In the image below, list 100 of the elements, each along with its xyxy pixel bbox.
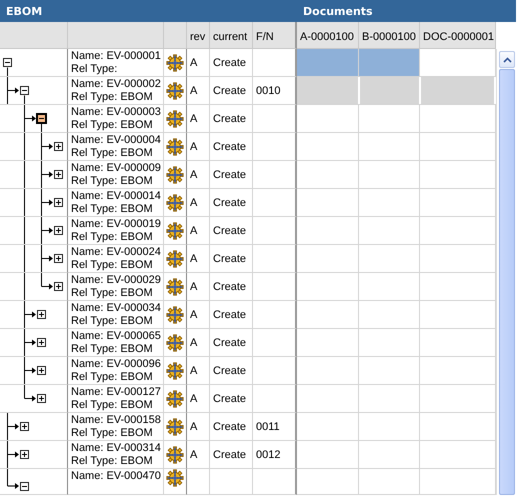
table-cell: Create — [210, 385, 253, 413]
table-cell[interactable] — [420, 357, 496, 385]
expand-toggle[interactable] — [54, 170, 63, 179]
table-cell[interactable] — [359, 385, 420, 413]
table-cell[interactable] — [420, 273, 496, 301]
table-cell[interactable] — [420, 105, 496, 133]
table-cell[interactable] — [297, 217, 359, 245]
table-cell[interactable] — [297, 273, 359, 301]
table-cell: Create — [210, 49, 253, 77]
table-cell[interactable] — [420, 301, 496, 329]
table-cell — [253, 217, 297, 245]
table-cell[interactable]: Name: EV-000065 Rel Type: EBOM — [68, 329, 164, 357]
expand-toggle[interactable] — [37, 310, 46, 319]
collapse-toggle[interactable] — [36, 113, 47, 124]
table-cell[interactable] — [359, 161, 420, 189]
table-cell[interactable] — [420, 245, 496, 273]
table-cell[interactable] — [420, 189, 496, 217]
column-header — [0, 22, 68, 49]
table-cell[interactable]: Name: EV-000009 Rel Type: EBOM — [68, 161, 164, 189]
table-cell[interactable]: Name: EV-000127 Rel Type: EBOM — [68, 385, 164, 413]
table-cell[interactable] — [297, 49, 359, 77]
table-cell[interactable] — [297, 413, 359, 441]
expand-toggle[interactable] — [37, 338, 46, 347]
collapse-toggle[interactable] — [20, 86, 29, 95]
table-cell[interactable]: Name: EV-000002 Rel Type: EBOM — [68, 77, 164, 105]
collapse-toggle[interactable] — [20, 482, 29, 490]
column-header[interactable]: rev — [187, 22, 210, 49]
expand-toggle[interactable] — [37, 366, 46, 375]
expand-toggle[interactable] — [20, 450, 29, 459]
table-cell[interactable] — [420, 133, 496, 161]
table-cell — [253, 357, 297, 385]
table-cell[interactable] — [420, 49, 496, 77]
table-cell[interactable] — [420, 161, 496, 189]
table-cell[interactable] — [297, 301, 359, 329]
table-cell[interactable] — [359, 273, 420, 301]
column-header[interactable]: A-0000100 — [297, 22, 359, 49]
table-cell[interactable]: Name: EV-000029 Rel Type: EBOM — [68, 273, 164, 301]
table-cell[interactable] — [297, 133, 359, 161]
table-cell[interactable] — [297, 189, 359, 217]
table-cell[interactable]: Name: EV-000314 Rel Type: EBOM — [68, 441, 164, 469]
scroll-up-button[interactable] — [499, 51, 515, 68]
table-cell: 0011 — [253, 413, 297, 441]
table-cell[interactable] — [359, 357, 420, 385]
table-cell[interactable] — [359, 49, 420, 77]
table-cell: Create — [210, 161, 253, 189]
expand-toggle[interactable] — [54, 226, 63, 235]
column-header[interactable]: DOC-0000001 — [420, 22, 496, 49]
table-cell: A — [187, 161, 210, 189]
table-cell[interactable]: Name: EV-000470 — [68, 469, 164, 495]
tree-line — [24, 217, 54, 244]
table-cell: Create — [210, 273, 253, 301]
table-cell[interactable]: Name: EV-000034 Rel Type: EBOM — [68, 301, 164, 329]
plus-icon — [55, 199, 62, 206]
table-cell[interactable] — [420, 385, 496, 413]
table-cell[interactable]: Name: EV-000024 Rel Type: EBOM — [68, 245, 164, 273]
table-cell[interactable] — [359, 329, 420, 357]
table-cell[interactable] — [297, 385, 359, 413]
expand-toggle[interactable] — [54, 254, 63, 263]
plus-icon — [55, 143, 62, 150]
table-cell[interactable]: Name: EV-000014 Rel Type: EBOM — [68, 189, 164, 217]
table-cell[interactable] — [359, 217, 420, 245]
table-cell[interactable]: Name: EV-000019 Rel Type: EBOM — [68, 217, 164, 245]
table-cell: A — [187, 217, 210, 245]
table-cell — [253, 189, 297, 217]
expand-toggle[interactable] — [54, 282, 63, 291]
table-cell: Create — [210, 133, 253, 161]
column-header[interactable]: B-0000100 — [359, 22, 420, 49]
table-cell[interactable] — [297, 245, 359, 273]
table-cell[interactable] — [297, 357, 359, 385]
plus-icon — [38, 367, 45, 374]
column-header[interactable]: current — [210, 22, 253, 49]
expand-toggle[interactable] — [54, 142, 63, 151]
table-cell[interactable]: Name: EV-000158 Rel Type: EBOM — [68, 413, 164, 441]
table-cell[interactable] — [297, 105, 359, 133]
table-cell[interactable] — [297, 161, 359, 189]
expand-toggle[interactable] — [37, 394, 46, 403]
table-cell[interactable] — [297, 329, 359, 357]
table-cell[interactable] — [359, 105, 420, 133]
table-cell[interactable] — [359, 469, 420, 495]
table-cell[interactable] — [420, 329, 496, 357]
table-cell[interactable] — [420, 441, 496, 469]
table-cell[interactable]: Name: EV-000096 Rel Type: EBOM — [68, 357, 164, 385]
table-cell[interactable] — [359, 189, 420, 217]
collapse-toggle[interactable] — [3, 58, 12, 67]
expand-toggle[interactable] — [20, 422, 29, 431]
table-cell[interactable] — [420, 217, 496, 245]
table-cell[interactable] — [359, 413, 420, 441]
table-cell[interactable] — [297, 469, 359, 495]
column-header[interactable]: F/N — [253, 22, 297, 49]
table-cell[interactable] — [420, 469, 496, 495]
table-cell[interactable] — [359, 245, 420, 273]
table-cell[interactable] — [359, 301, 420, 329]
table-cell[interactable] — [420, 413, 496, 441]
scrollbar-thumb[interactable] — [499, 69, 515, 495]
table-cell[interactable] — [297, 441, 359, 469]
table-cell[interactable] — [359, 133, 420, 161]
table-cell[interactable]: Name: EV-000003 Rel Type: EBOM — [68, 105, 164, 133]
table-cell[interactable]: Name: EV-000004 Rel Type: EBOM — [68, 133, 164, 161]
table-cell[interactable] — [359, 441, 420, 469]
expand-toggle[interactable] — [54, 198, 63, 207]
